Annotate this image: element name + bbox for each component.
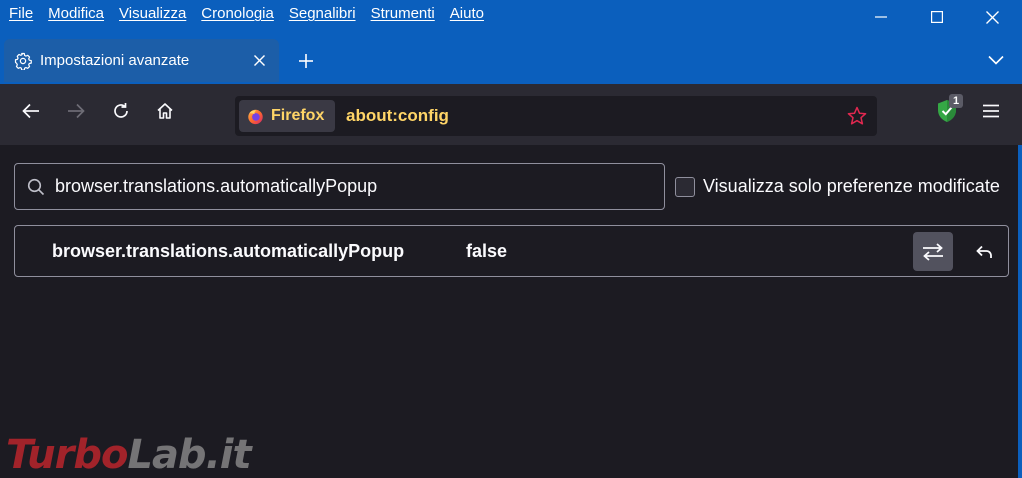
preference-search[interactable]: [14, 163, 665, 210]
identity-label: Firefox: [271, 107, 325, 124]
back-button[interactable]: [14, 94, 48, 128]
list-all-tabs-button[interactable]: [978, 44, 1014, 76]
bookmark-star-button[interactable]: [847, 106, 867, 131]
extension-badge: 1: [949, 94, 963, 108]
close-window-button[interactable]: [965, 0, 1020, 34]
maximize-icon: [930, 11, 943, 23]
extension-shield-button[interactable]: 1: [930, 94, 964, 128]
title-bar: File Modifica Visualizza Cronologia Segn…: [0, 0, 1022, 84]
menu-aiuto[interactable]: Aiuto: [450, 4, 484, 24]
arrow-right-icon: [68, 103, 85, 119]
tab-title: Impostazioni avanzate: [40, 52, 190, 69]
plus-icon: [299, 54, 313, 68]
url-text[interactable]: about:config: [346, 106, 449, 126]
identity-box[interactable]: Firefox: [239, 100, 335, 132]
watermark-part1: Turbo: [6, 432, 128, 478]
gear-icon: [14, 52, 32, 70]
undo-icon: [976, 245, 992, 258]
minimize-button[interactable]: [853, 0, 908, 34]
preference-name: browser.translations.automaticallyPopup: [52, 241, 405, 261]
close-icon: [253, 55, 265, 66]
tab-impostazioni-avanzate[interactable]: Impostazioni avanzate: [4, 39, 279, 82]
maximize-button[interactable]: [909, 0, 964, 34]
reload-icon: [114, 103, 128, 118]
menu-segnalibri[interactable]: Segnalibri: [289, 4, 356, 24]
menu-bar: File Modifica Visualizza Cronologia Segn…: [0, 0, 499, 28]
tab-close-button[interactable]: [243, 45, 275, 77]
menu-visualizza[interactable]: Visualizza: [119, 4, 186, 24]
modified-only-label: Visualizza solo preferenze modificate: [703, 176, 1000, 196]
home-button[interactable]: [148, 94, 182, 128]
search-input[interactable]: [55, 176, 635, 197]
watermark-part2: Lab.it: [127, 432, 251, 478]
home-icon: [157, 103, 173, 119]
modified-only-checkbox[interactable]: [675, 176, 695, 197]
chevron-down-icon: [988, 55, 1004, 65]
toggle-arrows-icon: [923, 242, 943, 261]
reload-button[interactable]: [104, 94, 138, 128]
preference-row: browser.translations.automaticallyPopup …: [14, 225, 1009, 277]
preference-value: false: [466, 241, 508, 261]
hamburger-menu-icon: [983, 104, 999, 118]
close-icon: [986, 10, 999, 24]
menu-strumenti[interactable]: Strumenti: [371, 4, 435, 24]
forward-button[interactable]: [59, 94, 93, 128]
url-bar[interactable]: Firefox about:config: [235, 96, 877, 136]
firefox-logo-icon: [248, 109, 263, 124]
toggle-button[interactable]: [913, 232, 953, 271]
star-icon: [847, 106, 867, 125]
arrow-left-icon: [22, 103, 39, 119]
search-icon: [27, 178, 45, 195]
modified-only-filter[interactable]: Visualizza solo preferenze modificate: [675, 176, 1000, 197]
menu-modifica[interactable]: Modifica: [48, 4, 104, 24]
window-border: [1018, 145, 1022, 478]
menu-cronologia[interactable]: Cronologia: [201, 4, 274, 24]
minimize-icon: [874, 16, 887, 18]
app-menu-button[interactable]: [974, 94, 1008, 128]
new-tab-button[interactable]: [289, 44, 323, 78]
reset-button[interactable]: [965, 232, 1003, 271]
navigation-toolbar: Firefox about:config 1: [0, 84, 1022, 145]
turbolab-watermark: Turbo Lab.it: [6, 432, 252, 478]
menu-file[interactable]: File: [9, 4, 33, 24]
